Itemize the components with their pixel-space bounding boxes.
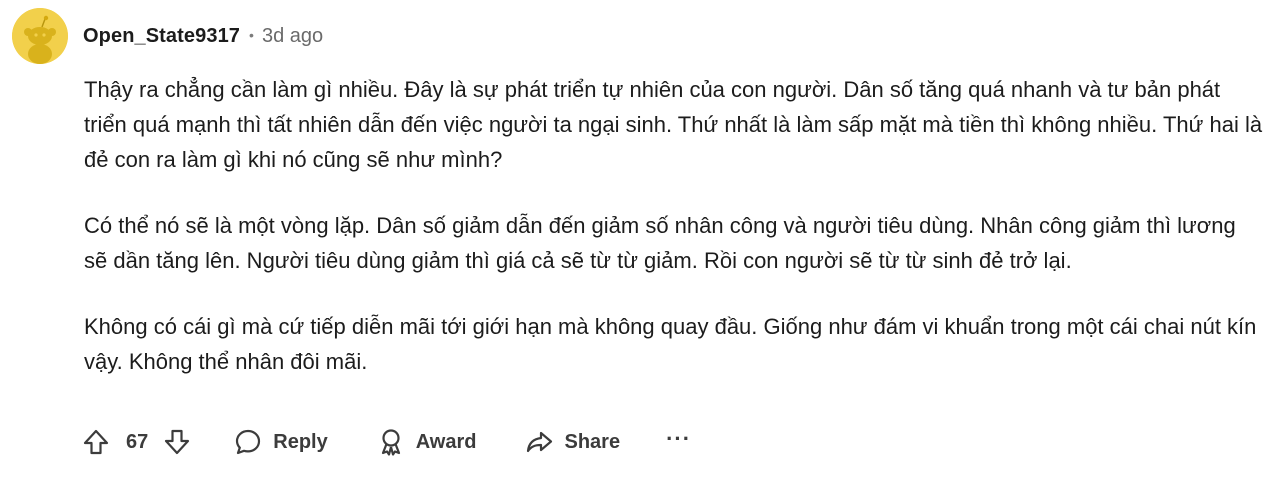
downvote-arrow-icon (165, 429, 190, 455)
avatar[interactable] (12, 8, 68, 64)
more-options-button[interactable]: ··· (666, 426, 691, 452)
username[interactable]: Open_State9317 (83, 25, 240, 48)
downvote-button[interactable] (161, 426, 193, 458)
snoo-avatar-icon (12, 8, 68, 64)
vote-score: 67 (126, 430, 149, 453)
comment-paragraph: Thậy ra chẳng cần làm gì nhiều. Đây là s… (84, 77, 1263, 172)
share-button[interactable]: Share (524, 427, 620, 457)
comment-header: Open_State9317 • 3d ago (12, 8, 323, 64)
comment-paragraph: Không có cái gì mà cứ tiếp diễn mãi tới … (84, 314, 1257, 374)
upvote-arrow-icon (83, 429, 109, 455)
share-arrow-icon (527, 431, 553, 453)
award-ribbon-icon (381, 429, 400, 456)
share-label: Share (564, 430, 621, 453)
award-button[interactable]: Award (376, 427, 477, 457)
reply-button[interactable]: Reply (233, 427, 328, 457)
reply-label: Reply (273, 430, 328, 453)
comment: Open_State9317 • 3d ago Thậy ra chẳng cầ… (0, 0, 1280, 482)
award-label: Award (415, 430, 477, 453)
chat-bubble-icon (236, 429, 261, 455)
comment-actions: 67 Reply Award Share ··· (80, 418, 691, 466)
timestamp[interactable]: 3d ago (262, 25, 323, 48)
vote-group: 67 (80, 426, 193, 458)
meta-separator: • (249, 27, 254, 43)
comment-paragraph: Có thể nó sẽ là một vòng lặp. Dân số giả… (84, 213, 1236, 273)
upvote-button[interactable] (80, 426, 112, 458)
comment-body: Thậy ra chẳng cần làm gì nhiều. Đây là s… (84, 72, 1264, 410)
